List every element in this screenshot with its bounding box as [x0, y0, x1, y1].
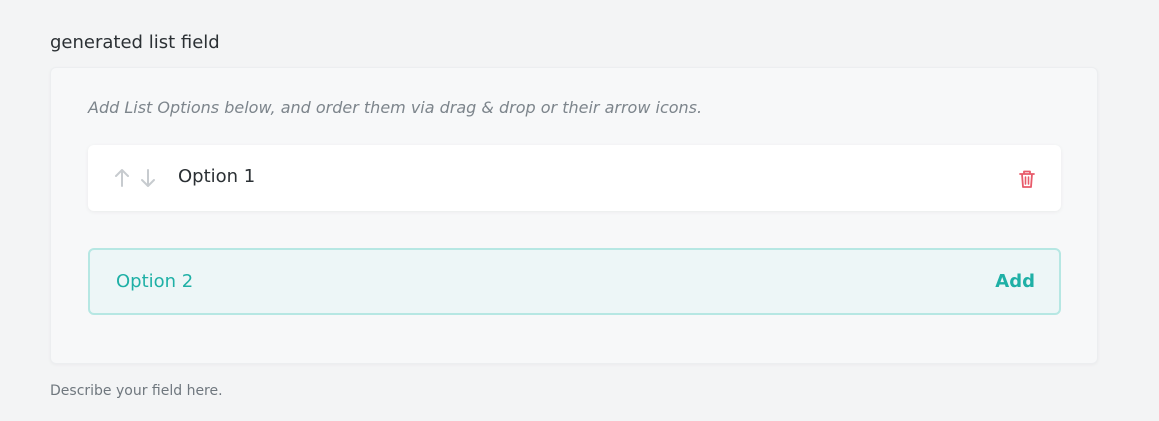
add-option-button[interactable]: Add [995, 270, 1035, 294]
list-item-label: Option 1 [178, 166, 256, 187]
trash-icon[interactable] [1017, 168, 1037, 190]
arrow-down-icon[interactable] [139, 167, 157, 189]
instructions-text: Add List Options below, and order them v… [88, 98, 703, 117]
field-title: generated list field [50, 32, 220, 53]
list-options-panel: Add List Options below, and order them v… [50, 67, 1098, 364]
list-item[interactable]: Option 1 [88, 145, 1061, 211]
new-option-input[interactable] [90, 250, 950, 313]
field-description: Describe your field here. [50, 383, 223, 399]
add-option-row: Add [88, 248, 1061, 315]
arrow-up-icon[interactable] [113, 167, 131, 189]
